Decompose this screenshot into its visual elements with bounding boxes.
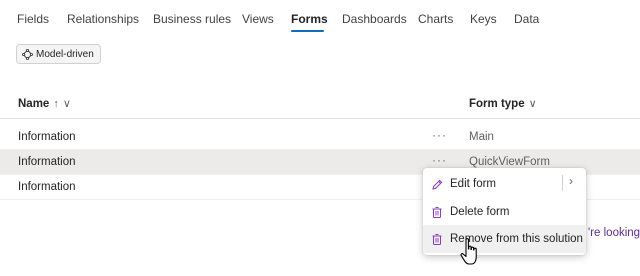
column-header-form-type[interactable]: Form type ∨	[469, 97, 537, 111]
row-form-type: Main	[469, 131, 494, 143]
tab-fields[interactable]: Fields	[17, 12, 49, 26]
tab-forms[interactable]: Forms	[291, 12, 328, 26]
tab-relationships[interactable]: Relationships	[67, 12, 139, 26]
model-driven-icon	[22, 48, 33, 60]
tab-bar: Fields Relationships Business rules View…	[0, 0, 640, 36]
header-divider	[0, 118, 640, 119]
column-header-name-label: Name	[18, 97, 50, 110]
tab-data[interactable]: Data	[514, 12, 539, 26]
row-name[interactable]: Information	[18, 131, 76, 143]
column-header-form-type-label: Form type	[469, 97, 525, 110]
sort-ascending-icon: ↑	[53, 97, 59, 110]
row-name[interactable]: Information	[18, 181, 76, 193]
column-header-name[interactable]: Name ↑ ∨	[18, 97, 71, 111]
remove-from-solution-menu-item[interactable]: Remove from this solution	[423, 225, 586, 253]
submenu-divider	[562, 175, 563, 191]
model-driven-filter[interactable]: Model-driven	[16, 44, 101, 64]
edit-form-label: Edit form	[450, 178, 497, 190]
background-link-text[interactable]: 're looking	[588, 227, 640, 239]
filter-label: Model-driven	[36, 48, 94, 60]
active-tab-indicator	[291, 30, 324, 32]
tab-views[interactable]: Views	[242, 12, 274, 26]
tab-charts[interactable]: Charts	[418, 12, 453, 26]
tab-keys[interactable]: Keys	[470, 12, 497, 26]
more-options-icon[interactable]: ···	[432, 153, 447, 167]
tab-dashboards[interactable]: Dashboards	[342, 12, 407, 26]
table-row[interactable]: Information ··· Main	[0, 125, 640, 150]
tab-business-rules[interactable]: Business rules	[153, 12, 231, 26]
chevron-right-icon[interactable]: ›	[569, 174, 573, 188]
trash-icon	[431, 206, 443, 219]
delete-form-label: Delete form	[450, 206, 510, 218]
row-name[interactable]: Information	[18, 156, 76, 168]
pencil-icon	[431, 178, 443, 191]
chevron-down-icon: ∨	[528, 98, 537, 110]
more-options-icon[interactable]: ···	[432, 128, 447, 142]
remove-from-solution-label: Remove from this solution	[450, 233, 583, 245]
row-form-type: QuickViewForm	[469, 156, 550, 168]
trash-icon	[431, 233, 443, 246]
chevron-down-icon: ∨	[62, 98, 71, 110]
delete-form-menu-item[interactable]: Delete form	[423, 198, 586, 226]
